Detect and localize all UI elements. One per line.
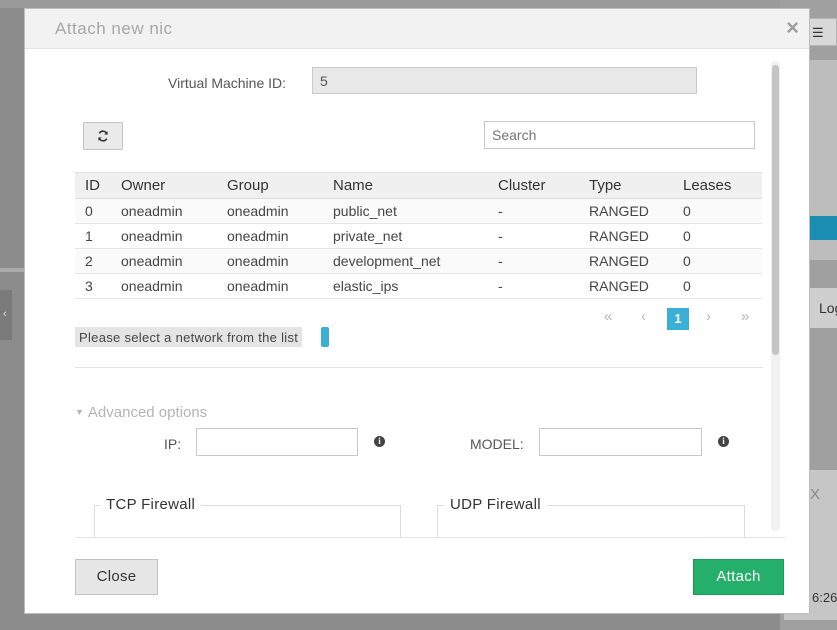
list-icon: ☰ — [812, 25, 824, 40]
table-header-row: ID Owner Group Name Cluster Type Leases — [75, 172, 762, 199]
model-label: MODEL: — [470, 436, 524, 452]
cell-leases: 0 — [673, 198, 762, 224]
cell-leases: 0 — [673, 223, 762, 249]
cell-id: 0 — [75, 198, 111, 224]
cell-owner: oneadmin — [111, 223, 217, 249]
ip-field[interactable] — [196, 428, 358, 456]
dialog-content: Virtual Machine ID: ID Owner Group Name … — [25, 49, 785, 537]
table-row[interactable]: 3 oneadmin oneadmin elastic_ips - RANGED… — [75, 273, 762, 299]
advanced-options-toggle[interactable]: ▼ Advanced options — [75, 404, 207, 421]
search-input[interactable] — [484, 121, 755, 149]
scrollbar-thumb[interactable] — [772, 65, 779, 355]
cell-name: development_net — [323, 248, 488, 274]
column-header-name[interactable]: Name — [323, 172, 488, 199]
column-header-owner[interactable]: Owner — [111, 172, 217, 199]
cell-name: private_net — [323, 223, 488, 249]
dialog-header: Attach new nic × — [25, 9, 809, 49]
cell-owner: oneadmin — [111, 248, 217, 274]
cell-id: 1 — [75, 223, 111, 249]
background-divider — [0, 268, 24, 272]
pagination-prev[interactable]: ‹ — [641, 308, 646, 325]
cell-type: RANGED — [579, 273, 673, 299]
ip-label: IP: — [164, 436, 182, 452]
cell-cluster: - — [488, 248, 579, 274]
background-list-button: ☰ — [806, 18, 837, 46]
cell-cluster: - — [488, 198, 579, 224]
cell-type: RANGED — [579, 223, 673, 249]
pagination-current-page[interactable]: 1 — [667, 308, 689, 330]
cell-group: oneadmin — [217, 223, 323, 249]
cell-id: 3 — [75, 273, 111, 299]
column-header-group[interactable]: Group — [217, 172, 323, 199]
cell-group: oneadmin — [217, 273, 323, 299]
pagination-last[interactable]: » — [741, 308, 749, 325]
table-row[interactable]: 2 oneadmin oneadmin development_net - RA… — [75, 248, 762, 274]
column-header-id[interactable]: ID — [75, 172, 111, 199]
vm-id-label: Virtual Machine ID: — [168, 75, 287, 91]
vm-id-field[interactable] — [312, 67, 697, 94]
model-field[interactable] — [539, 428, 702, 456]
table-row[interactable]: 0 oneadmin oneadmin public_net - RANGED … — [75, 198, 762, 224]
column-header-leases[interactable]: Leases — [673, 172, 762, 199]
background-side-tab: ‹ — [0, 290, 12, 340]
udp-firewall-section: UDP Firewall — [437, 496, 745, 537]
cell-group: oneadmin — [217, 248, 323, 274]
cell-name: elastic_ips — [323, 273, 488, 299]
cell-cluster: - — [488, 223, 579, 249]
cell-cluster: - — [488, 273, 579, 299]
advanced-options-label: Advanced options — [87, 404, 208, 421]
column-header-cluster[interactable]: Cluster — [488, 172, 579, 199]
cell-owner: oneadmin — [111, 273, 217, 299]
tcp-firewall-section: TCP Firewall — [94, 496, 401, 537]
cell-leases: 0 — [673, 273, 762, 299]
close-icon[interactable]: × — [786, 15, 799, 41]
cell-type: RANGED — [579, 248, 673, 274]
close-button[interactable]: Close — [75, 559, 158, 595]
cell-name: public_net — [323, 198, 488, 224]
notice-indicator — [321, 327, 329, 347]
network-table: ID Owner Group Name Cluster Type Leases … — [75, 172, 762, 299]
column-header-type[interactable]: Type — [579, 172, 673, 199]
table-row[interactable]: 1 oneadmin oneadmin private_net - RANGED… — [75, 223, 762, 249]
cell-owner: oneadmin — [111, 198, 217, 224]
footer-divider — [75, 537, 785, 538]
info-icon[interactable]: i — [374, 436, 385, 447]
section-divider — [75, 367, 763, 368]
cell-group: oneadmin — [217, 198, 323, 224]
caret-down-icon: ▼ — [75, 407, 84, 417]
refresh-icon — [98, 130, 108, 142]
background-chart-close: X — [810, 486, 821, 503]
cell-id: 2 — [75, 248, 111, 274]
info-icon[interactable]: i — [718, 436, 729, 447]
attach-button[interactable]: Attach — [693, 559, 784, 595]
attach-nic-dialog: Attach new nic × Virtual Machine ID: ID … — [24, 8, 810, 614]
dialog-title: Attach new nic — [55, 19, 173, 38]
cell-leases: 0 — [673, 248, 762, 274]
select-network-notice: Please select a network from the list — [75, 327, 303, 347]
background-page — [0, 0, 837, 8]
pagination-first[interactable]: « — [604, 308, 612, 325]
cell-type: RANGED — [579, 198, 673, 224]
background-time-label: 6:26 — [812, 590, 837, 605]
refresh-button[interactable] — [83, 122, 123, 150]
pagination-next[interactable]: › — [706, 308, 711, 325]
udp-firewall-legend: UDP Firewall — [444, 496, 547, 513]
tcp-firewall-legend: TCP Firewall — [100, 496, 202, 513]
